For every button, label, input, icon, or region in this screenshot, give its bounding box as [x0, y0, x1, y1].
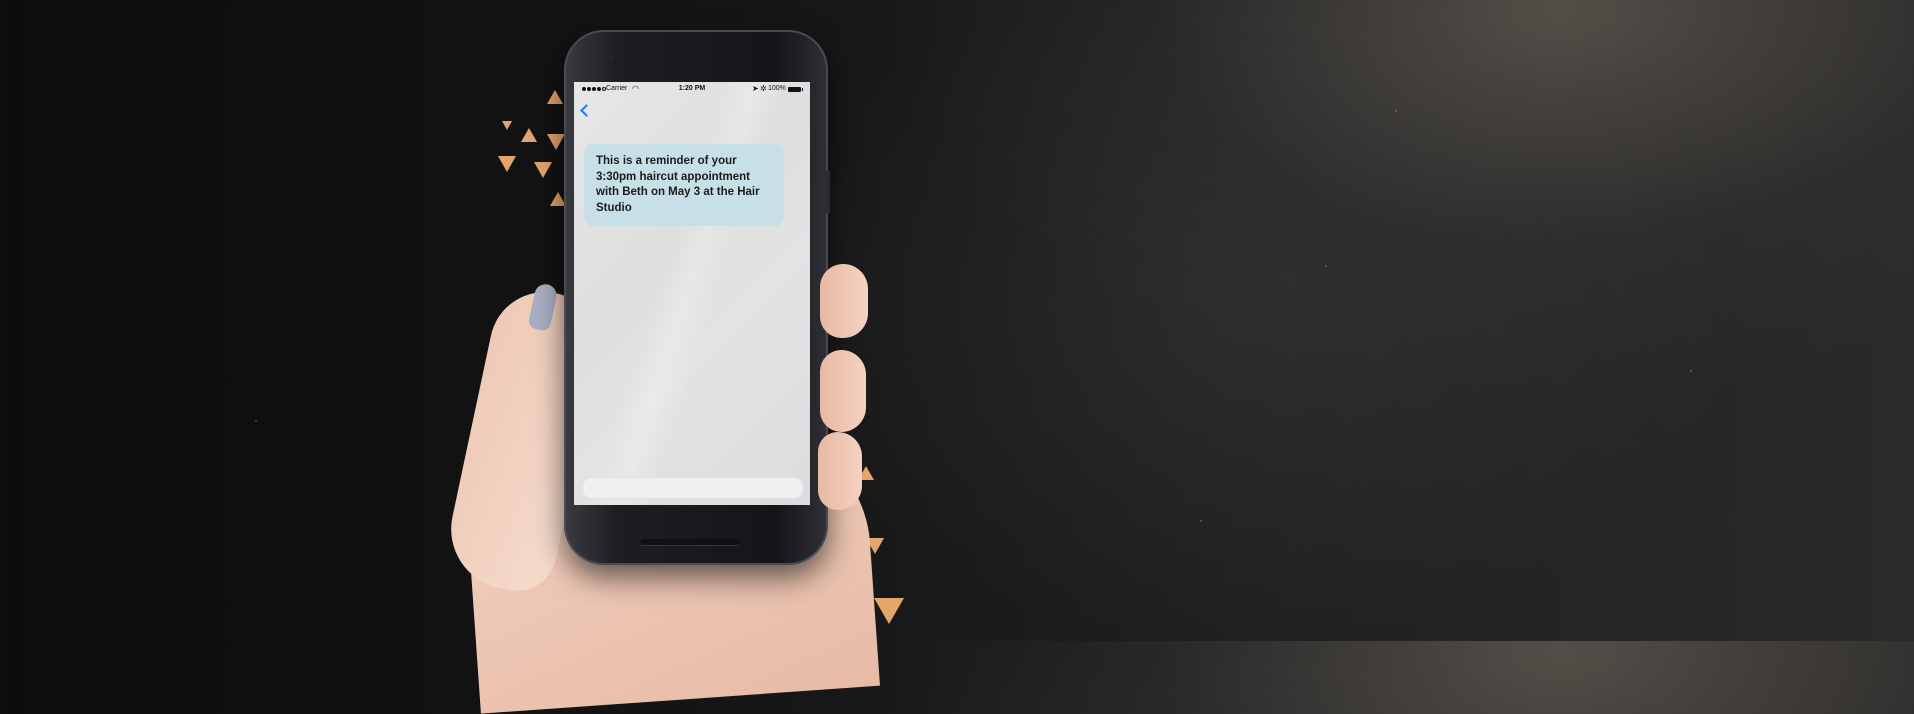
status-bar: Carrier ◠ 1:20 PM ➤ ✲ 100%: [574, 82, 810, 98]
battery-percent: 100%: [768, 85, 786, 92]
finger: [818, 432, 862, 510]
back-chevron-icon[interactable]: [580, 104, 593, 117]
background-speck: [255, 420, 257, 422]
bluetooth-icon: ✲: [760, 84, 767, 93]
battery-icon: [788, 87, 803, 92]
decorative-triangle: [547, 134, 565, 150]
decorative-triangle: [498, 156, 516, 172]
decorative-triangle: [521, 128, 537, 142]
background-speck: [1325, 265, 1327, 267]
decorative-triangle: [502, 121, 512, 130]
location-icon: ➤: [752, 84, 759, 93]
background-speck: [1200, 520, 1202, 522]
finger: [820, 350, 866, 432]
phone-screen: Carrier ◠ 1:20 PM ➤ ✲ 100% This is a rem…: [574, 82, 810, 505]
phone-side-button: [826, 170, 830, 214]
decorative-triangle: [547, 90, 563, 104]
finger: [820, 264, 868, 338]
decorative-triangle: [874, 598, 904, 624]
message-bubble: This is a reminder of your 3:30pm haircu…: [584, 144, 784, 226]
decorative-triangle: [534, 162, 552, 178]
background-speck: [1395, 110, 1397, 112]
compose-field[interactable]: [582, 477, 804, 499]
camera: [608, 54, 614, 60]
background-speck: [1690, 370, 1692, 372]
home-indicator: [640, 539, 740, 545]
